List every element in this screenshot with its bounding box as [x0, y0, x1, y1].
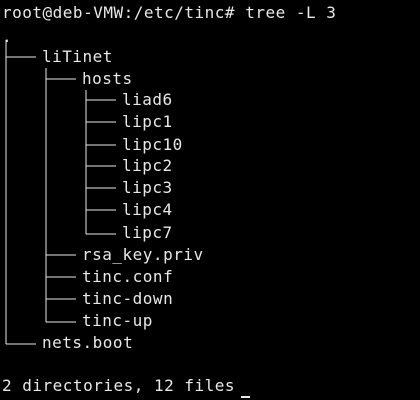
tree-summary: 2 directories, 12 files — [2, 376, 236, 395]
tree-entry-hosts: hosts — [82, 69, 133, 88]
prompt-command-line: root@deb-VMW:/etc/tinc# tree -L 3 — [2, 3, 337, 22]
tree-root: . — [2, 27, 13, 46]
tree-entry-lipc1: lipc1 — [122, 112, 173, 131]
tree-entry-tinc-down: tinc-down — [82, 289, 174, 308]
tree-entry-lipc3: lipc3 — [122, 178, 173, 197]
tree-entry-litinet: liTinet — [42, 47, 113, 66]
tree-entry-tinc-conf: tinc.conf — [82, 267, 174, 286]
tree-entry-liad6: liad6 — [122, 90, 173, 109]
terminal-window[interactable]: root@deb-VMW:/etc/tinc# tree -L 3 . liTi… — [0, 0, 420, 400]
tree-entry-rsa-key: rsa_key.priv — [82, 245, 204, 264]
tree-entry-lipc7: lipc7 — [122, 223, 173, 242]
tree-entry-tinc-up: tinc-up — [82, 311, 153, 330]
tree-entry-lipc2: lipc2 — [122, 156, 173, 175]
tree-entry-nets-boot: nets.boot — [42, 333, 134, 352]
tree-entry-lipc10: lipc10 — [122, 135, 183, 154]
terminal-cursor — [241, 396, 250, 398]
tree-entry-lipc4: lipc4 — [122, 200, 173, 219]
